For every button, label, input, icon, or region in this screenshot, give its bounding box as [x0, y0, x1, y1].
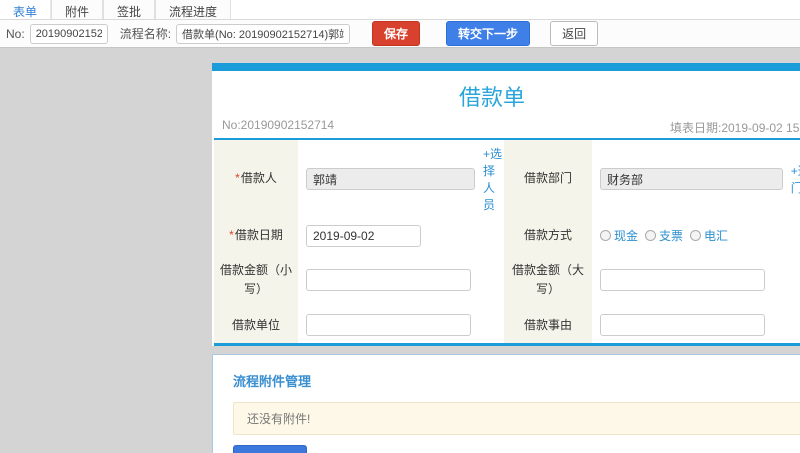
doc-number: No:20190902152714	[222, 118, 335, 132]
amount-uppercase-field	[592, 253, 800, 308]
borrower-input[interactable]	[306, 168, 475, 190]
attachments-heading: 流程附件管理	[233, 373, 312, 389]
loan-date-input[interactable]	[306, 224, 421, 247]
loan-form-panel: 借款单 No:20190902152714 填表日期:2019-09-02 15…	[212, 63, 800, 346]
radio-wire-transfer[interactable]: 电汇	[690, 227, 728, 244]
content-area: 借款单 No:20190902152714 填表日期:2019-09-02 15…	[0, 48, 800, 453]
tab-process-progress[interactable]: 流程进度	[155, 0, 232, 19]
no-attachments-alert: 还没有附件!	[233, 401, 800, 435]
required-mark: *	[235, 171, 240, 186]
forward-next-step-button[interactable]: 转交下一步	[446, 21, 531, 46]
amount-lowercase-field	[298, 253, 504, 308]
process-name-input[interactable]	[176, 23, 351, 44]
no-input[interactable]	[29, 23, 108, 44]
loan-date-field	[298, 218, 504, 254]
tabbar-spacer	[231, 0, 800, 19]
radio-icon	[690, 230, 702, 242]
loan-form-table: *借款人 +选择人员 借款部门 +选择部门 *借款日期 借款方式 现金	[214, 138, 800, 346]
department-label: 借款部门	[504, 140, 592, 218]
loan-unit-label: 借款单位	[214, 307, 298, 343]
save-button[interactable]: 保存	[372, 21, 421, 46]
panel-top-accent-bar	[212, 63, 800, 71]
department-input[interactable]	[600, 168, 783, 190]
amount-lowercase-input[interactable]	[306, 269, 471, 292]
loan-date-label: * 借款日期	[214, 218, 298, 254]
form-meta-row: No:20190902152714 填表日期:2019-09-02 15:27:…	[212, 118, 800, 138]
upload-attachment-button[interactable]: 上传附件	[233, 444, 308, 453]
tab-form[interactable]: 表单	[0, 0, 52, 19]
required-mark: *	[229, 228, 234, 242]
loan-unit-input[interactable]	[306, 314, 471, 337]
radio-cash[interactable]: 现金	[600, 227, 638, 244]
tab-approval[interactable]: 签批	[103, 0, 156, 19]
back-button[interactable]: 返回	[550, 21, 599, 46]
loan-method-field: 现金 支票 电汇	[592, 218, 800, 254]
amount-uppercase-input[interactable]	[600, 269, 765, 292]
panel-stack: 借款单 No:20190902152714 填表日期:2019-09-02 15…	[212, 63, 800, 453]
select-department-link[interactable]: +选择部门	[791, 162, 800, 196]
loan-reason-field	[592, 307, 800, 343]
no-label: No:	[6, 26, 25, 41]
attachments-panel: 流程附件管理 还没有附件! 上传附件	[212, 353, 800, 453]
loan-reason-label: 借款事由	[504, 307, 592, 343]
page-title: 借款单	[458, 85, 525, 110]
select-person-link[interactable]: +选择人员	[483, 145, 502, 213]
amount-uppercase-label: 借款金额（大写）	[504, 253, 592, 308]
fill-date: 填表日期:2019-09-02 15:27:1	[670, 121, 800, 135]
borrower-field: +选择人员	[298, 140, 504, 218]
action-toolbar: No: 流程名称: 保存 转交下一步 返回	[0, 20, 800, 48]
borrower-label: * 借款人	[214, 140, 298, 218]
loan-reason-input[interactable]	[600, 314, 765, 337]
radio-icon	[600, 230, 611, 242]
process-name-label: 流程名称:	[119, 27, 172, 41]
radio-cheque[interactable]: 支票	[645, 227, 683, 244]
loan-unit-field	[298, 307, 504, 343]
department-field: +选择部门	[592, 140, 800, 218]
loan-method-label: 借款方式	[504, 218, 592, 254]
top-tab-bar: 表单 附件 签批 流程进度	[0, 0, 800, 20]
radio-icon	[645, 230, 657, 242]
amount-lowercase-label: 借款金额（小写）	[214, 253, 298, 308]
tab-attachments[interactable]: 附件	[51, 0, 104, 19]
